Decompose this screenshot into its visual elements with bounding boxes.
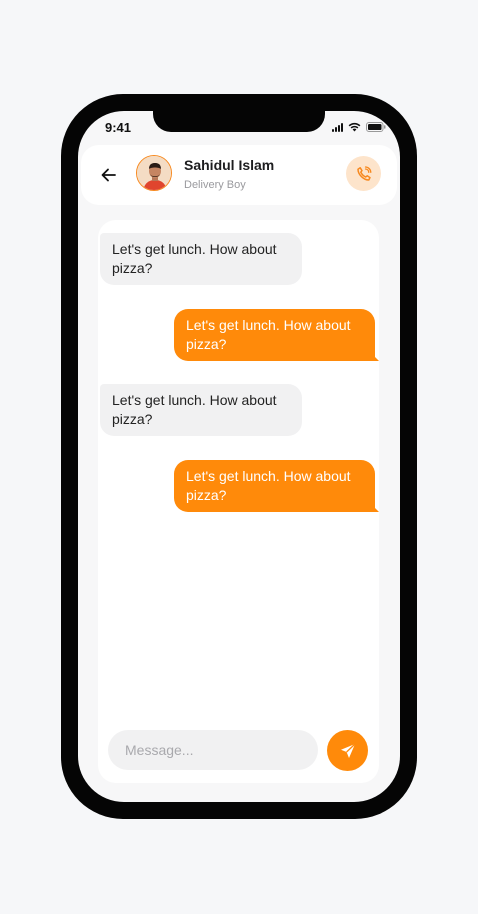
message-incoming: Let's get lunch. How about pizza? [100, 233, 302, 285]
notch [153, 111, 325, 132]
avatar[interactable] [136, 155, 172, 191]
contact-name: Sahidul Islam [184, 157, 275, 173]
send-icon [340, 743, 355, 758]
status-time: 9:41 [105, 120, 132, 135]
back-button[interactable] [99, 165, 119, 185]
message-outgoing: Let's get lunch. How about pizza? [174, 460, 375, 512]
status-icons [332, 122, 386, 132]
send-button[interactable] [327, 730, 368, 771]
message-input[interactable] [108, 730, 318, 770]
phone-icon [356, 165, 371, 181]
signal-icon [332, 122, 343, 132]
chat-header: Sahidul Islam Delivery Boy [81, 145, 397, 205]
battery-icon [366, 122, 386, 132]
arrow-left-icon [101, 168, 116, 182]
phone-screen: 9:41 Sahidul Islam Delivery Boy Let's ge… [78, 111, 400, 802]
message-outgoing: Let's get lunch. How about pizza? [174, 309, 375, 361]
call-button[interactable] [346, 156, 381, 191]
contact-role: Delivery Boy [184, 179, 246, 191]
message-incoming: Let's get lunch. How about pizza? [100, 384, 302, 436]
wifi-icon [348, 122, 361, 132]
chat-thread: Let's get lunch. How about pizza? Let's … [98, 220, 379, 783]
phone-frame: 9:41 Sahidul Islam Delivery Boy Let's ge… [61, 94, 417, 819]
